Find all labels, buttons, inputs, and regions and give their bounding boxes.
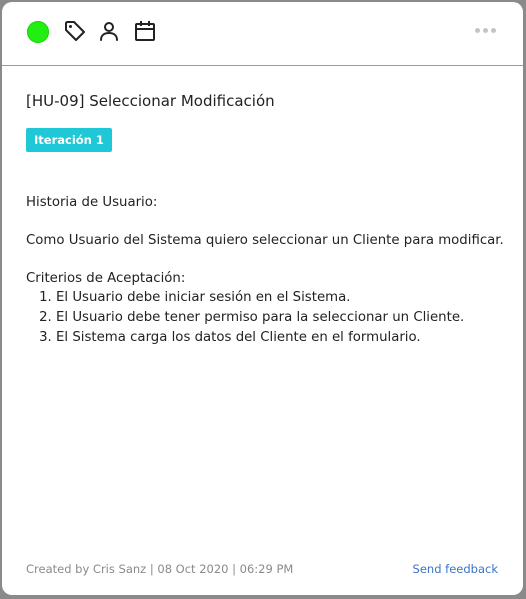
criteria-item: El Usuario debe tener permiso para la se…: [56, 308, 506, 328]
card-description: Historia de Usuario: Como Usuario del Si…: [26, 193, 506, 348]
tag-icon[interactable]: [63, 19, 87, 43]
criteria-list: El Usuario debe iniciar sesión en el Sis…: [26, 288, 506, 348]
description-heading: Historia de Usuario:: [26, 195, 158, 210]
card-detail: [HU-09] Seleccionar Modificación Iteraci…: [2, 2, 523, 595]
more-options-icon[interactable]: [475, 28, 497, 34]
criteria-heading: Criterios de Aceptación:: [26, 271, 186, 286]
criteria-item: El Sistema carga los datos del Cliente e…: [56, 328, 506, 348]
iteration-badge[interactable]: Iteración 1: [26, 128, 112, 152]
created-by-info: Created by Cris Sanz | 08 Oct 2020 | 06:…: [26, 562, 294, 576]
calendar-icon[interactable]: [133, 19, 157, 43]
status-indicator[interactable]: [27, 21, 49, 43]
send-feedback-link[interactable]: Send feedback: [413, 562, 498, 576]
criteria-item: El Usuario debe iniciar sesión en el Sis…: [56, 288, 506, 308]
card-toolbar: [2, 2, 523, 66]
card-title: [HU-09] Seleccionar Modificación: [26, 92, 275, 110]
user-story: Como Usuario del Sistema quiero seleccio…: [26, 233, 504, 248]
user-icon[interactable]: [97, 19, 121, 43]
